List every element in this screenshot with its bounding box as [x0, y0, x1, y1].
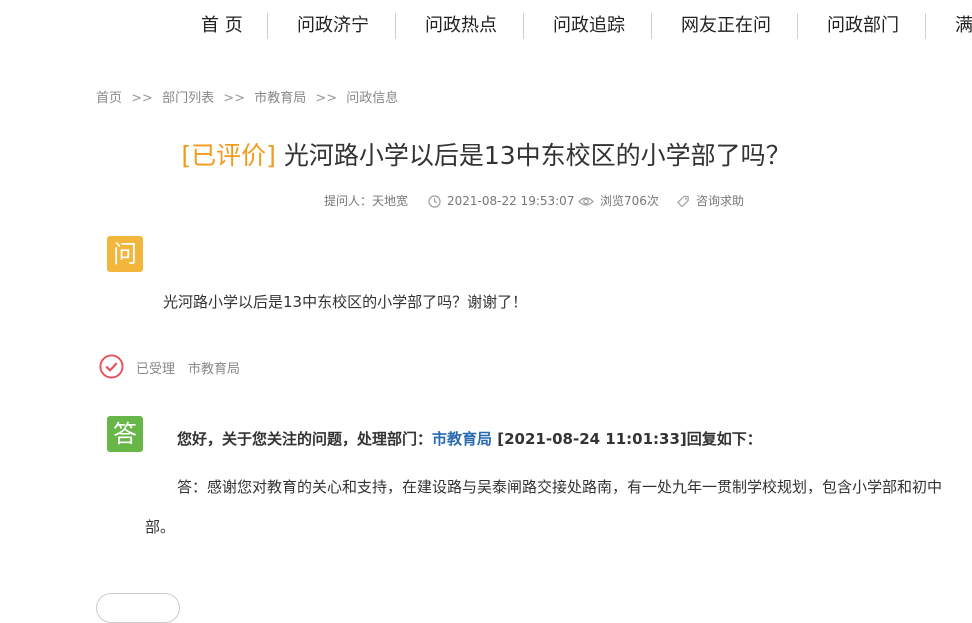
question-badge: 问: [107, 236, 143, 272]
nav-divider: [651, 13, 652, 39]
breadcrumb-department-list[interactable]: 部门列表: [162, 91, 214, 106]
top-navigation: 首 页 问政济宁 问政热点 问政追踪 网友正在问 问政部门 满: [0, 0, 972, 54]
check-circle-icon: [99, 354, 124, 379]
nav-satisfaction[interactable]: 满: [955, 14, 972, 38]
eye-icon: [578, 197, 594, 206]
reply-header: 您好，关于您关注的问题，处理部门：市教育局 [2021-08-24 11:01:…: [177, 428, 762, 449]
reply-header-prefix: 您好，关于您关注的问题，处理部门：: [177, 430, 433, 448]
question-title: 光河路小学以后是13中东校区的小学部了吗？: [283, 141, 791, 170]
question-body: 光河路小学以后是13中东校区的小学部了吗？谢谢了！: [163, 293, 528, 311]
breadcrumb-education-bureau[interactable]: 市教育局: [254, 91, 306, 106]
tag-icon: [677, 195, 689, 208]
nav-netizens-asking[interactable]: 网友正在问: [681, 14, 771, 38]
breadcrumb-home[interactable]: 首页: [96, 91, 122, 106]
nav-tracking[interactable]: 问政追踪: [553, 14, 625, 38]
status-department: 市教育局: [188, 362, 241, 377]
breadcrumb-separator: >>: [223, 91, 246, 106]
nav-divider: [395, 13, 396, 39]
nav-divider: [523, 13, 524, 39]
nav-hot-topics[interactable]: 问政热点: [425, 14, 497, 38]
asker: 提问人：天地宽: [324, 194, 409, 208]
breadcrumb-current[interactable]: 问政信息: [346, 91, 398, 106]
bottom-action-button[interactable]: [96, 593, 180, 623]
reply-body: 答：感谢您对教育的关心和支持，在建设路与吴泰闸路交接处路南，有一处九年一贯制学校…: [145, 478, 943, 536]
views-group: 浏览706次: [578, 193, 659, 209]
nav-departments[interactable]: 问政部门: [827, 14, 899, 38]
nav-wenzheng-jining[interactable]: 问政济宁: [297, 14, 369, 38]
breadcrumb: 首页 >> 部门列表 >> 市教育局 >> 问政信息: [96, 87, 398, 106]
nav-divider: [797, 13, 798, 39]
datetime-group: 2021-08-22 19:53:07: [428, 193, 574, 209]
question-category: 咨询求助: [696, 194, 745, 208]
reply-header-suffix: [2021-08-24 11:01:33]回复如下：: [497, 430, 762, 448]
nav-divider: [267, 13, 268, 39]
nav-home[interactable]: 首 页: [201, 14, 243, 38]
nav-divider: [925, 13, 926, 39]
clock-icon: [428, 195, 441, 208]
reply-department-link[interactable]: 市教育局: [432, 430, 492, 448]
breadcrumb-separator: >>: [315, 91, 338, 106]
question-datetime: 2021-08-22 19:53:07: [447, 194, 575, 208]
breadcrumb-separator: >>: [131, 91, 153, 106]
status-label: 已受理: [136, 362, 176, 377]
status-tag: [已评价]: [181, 141, 276, 170]
page-title: [已评价] 光河路小学以后是13中东校区的小学部了吗？: [0, 136, 972, 172]
answer-badge: 答: [107, 416, 143, 452]
category-group: 咨询求助: [676, 193, 744, 209]
view-count: 浏览706次: [600, 194, 659, 208]
